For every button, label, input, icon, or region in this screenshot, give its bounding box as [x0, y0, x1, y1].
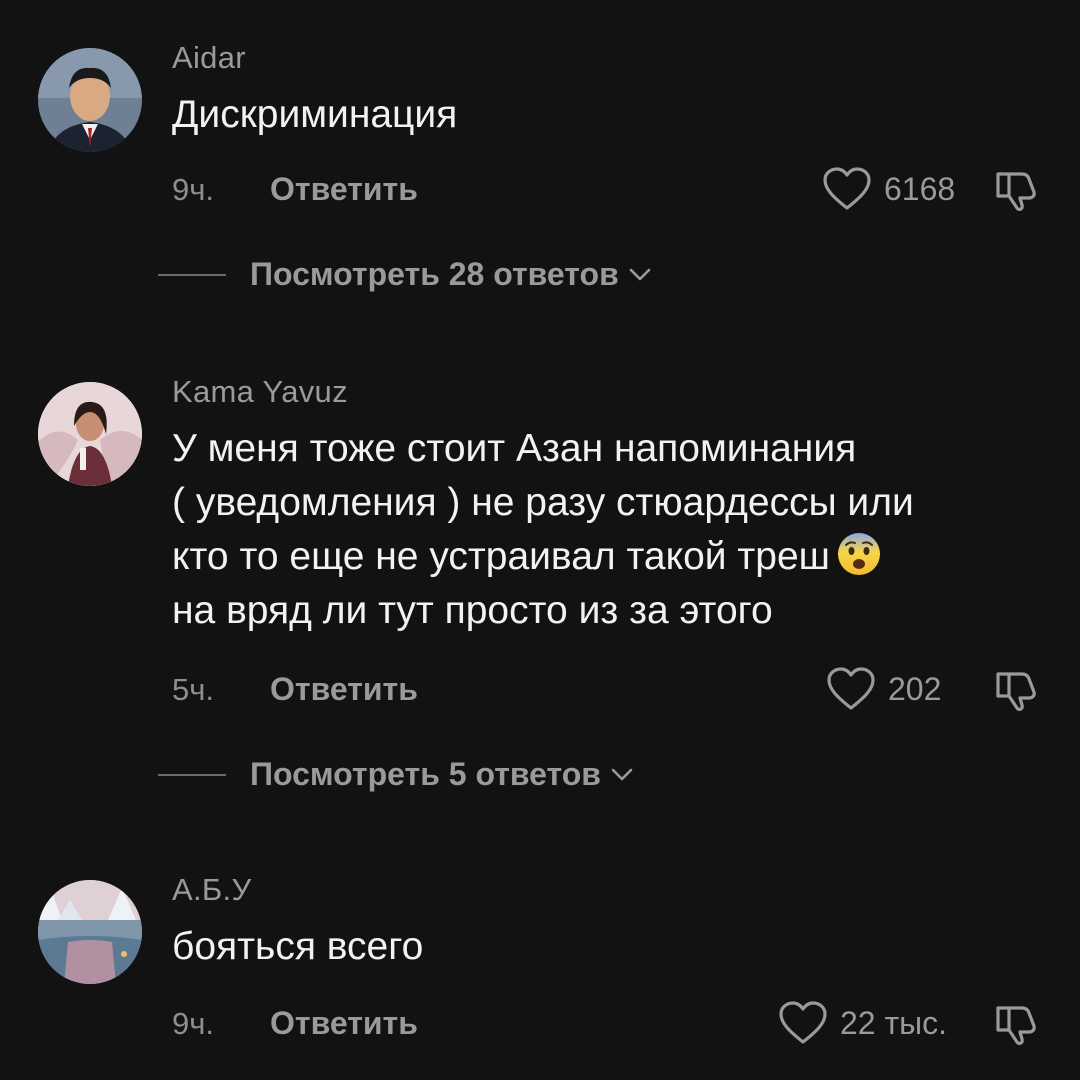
like-button[interactable]: 6168 — [822, 166, 955, 212]
like-count: 202 — [888, 670, 942, 707]
dislike-button[interactable] — [992, 666, 1040, 719]
heart-outline-icon — [823, 167, 871, 210]
avatar[interactable] — [38, 48, 142, 152]
like-count: 6168 — [884, 170, 956, 207]
comment-text-segment: кто то еще не устраивал такой треш — [172, 535, 830, 578]
comment-time: 5ч. — [172, 672, 215, 707]
comment-text-line: У меня тоже стоит Азан напоминания — [172, 427, 857, 470]
thread-divider — [158, 773, 226, 776]
fearful-face-emoji — [837, 533, 880, 575]
like-button[interactable]: 22 тыс. — [778, 1000, 947, 1046]
comment-time: 9ч. — [172, 1006, 215, 1041]
view-replies-button[interactable]: Посмотреть 5 ответов — [158, 756, 633, 793]
reply-button[interactable]: Ответить — [270, 671, 418, 708]
comment-text: Дискриминация — [172, 93, 458, 136]
heart-outline-icon — [779, 1001, 827, 1044]
avatar[interactable] — [38, 880, 142, 984]
view-replies-label: Посмотреть 5 ответов — [250, 756, 601, 792]
comment-text-line: ( уведомления ) не разу стюардессы или — [172, 481, 914, 524]
reply-button[interactable]: Ответить — [270, 171, 418, 208]
comment-text: бояться всего — [172, 925, 424, 968]
chevron-down-icon — [629, 268, 651, 280]
comment-username[interactable]: А.Б.У — [172, 872, 251, 908]
heart-outline-icon — [827, 667, 875, 710]
thumbs-down-outline-icon — [996, 1006, 1036, 1046]
reply-button[interactable]: Ответить — [270, 1005, 418, 1042]
comment-time: 9ч. — [172, 172, 215, 207]
comment-text-line: кто то еще не устраивал такой треш — [172, 530, 1052, 584]
like-button[interactable]: 202 — [826, 666, 941, 712]
dislike-button[interactable] — [992, 1000, 1040, 1053]
avatar[interactable] — [38, 382, 142, 486]
thumbs-down-outline-icon — [996, 672, 1036, 712]
dislike-button[interactable] — [992, 166, 1040, 219]
view-replies-button[interactable]: Посмотреть 28 ответов — [158, 256, 651, 293]
comment-username[interactable]: Kama Yavuz — [172, 374, 348, 410]
view-replies-label: Посмотреть 28 ответов — [250, 256, 619, 292]
comment-username[interactable]: Aidar — [172, 40, 246, 76]
like-count: 22 тыс. — [840, 1004, 948, 1041]
comment-text: У меня тоже стоит Азан напоминания ( уве… — [172, 422, 1052, 638]
thumbs-down-outline-icon — [996, 172, 1036, 212]
thread-divider — [158, 273, 226, 276]
chevron-down-icon — [611, 768, 633, 780]
comment-text-line: на вряд ли тут просто из за этого — [172, 589, 773, 632]
